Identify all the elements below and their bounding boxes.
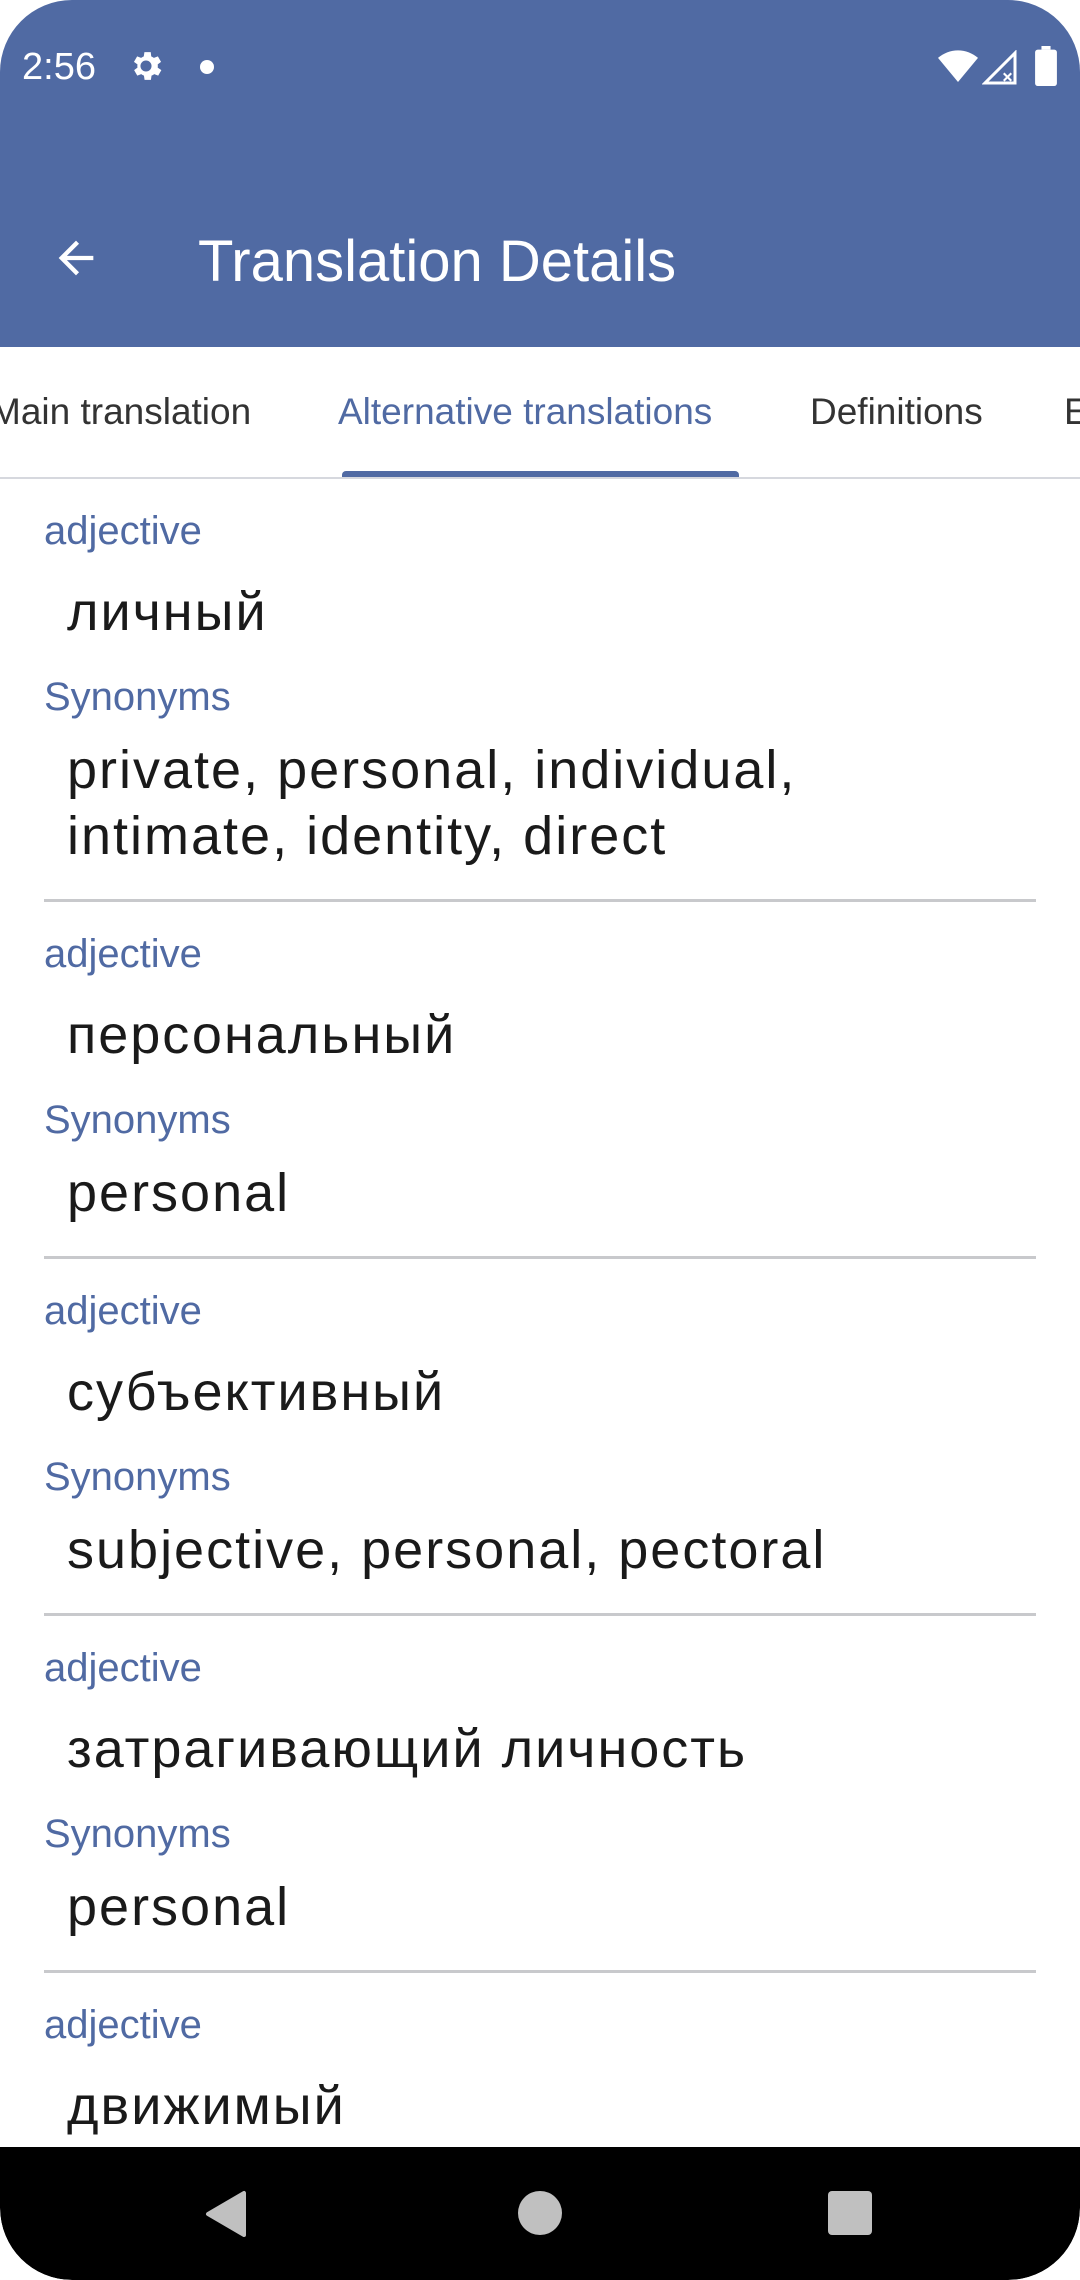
wifi-icon: [938, 50, 978, 82]
navigation-bar: [0, 2147, 1080, 2280]
divider: [44, 899, 1036, 902]
tab-more[interactable]: E: [1064, 391, 1080, 433]
synonyms-text: private, personal, individual, intimate,…: [67, 740, 797, 866]
synonyms-text: personal: [67, 1877, 291, 1937]
synonyms-text: subjective, personal, pectoral: [67, 1520, 827, 1580]
translation-word: движимый: [67, 2076, 346, 2136]
translation-word: личный: [67, 582, 268, 642]
back-button[interactable]: [44, 226, 108, 290]
cellular-signal-icon: [982, 50, 1017, 85]
divider: [44, 1613, 1036, 1616]
part-of-speech-label: adjective: [44, 932, 202, 976]
translation-word: затрагивающий личность: [67, 1719, 748, 1779]
tab-alternative-translations[interactable]: Alternative translations: [338, 391, 712, 433]
translation-word: субъективный: [67, 1362, 446, 1422]
tab-definitions[interactable]: Definitions: [810, 391, 983, 433]
page-title: Translation Details: [198, 229, 677, 294]
status-time: 2:56: [22, 46, 96, 88]
synonyms-label: Synonyms: [44, 1455, 231, 1499]
notification-dot-icon: [200, 60, 214, 74]
tab-main-translation[interactable]: Main translation: [0, 391, 251, 433]
translation-word: персональный: [67, 1005, 457, 1065]
part-of-speech-label: adjective: [44, 2003, 202, 2047]
nav-home-icon[interactable]: [518, 2191, 562, 2235]
screen: 2:56 Translation Details Main translatio…: [0, 0, 1080, 2280]
nav-recents-icon[interactable]: [828, 2191, 872, 2235]
synonyms-label: Synonyms: [44, 675, 231, 719]
synonyms-text: personal: [67, 1163, 291, 1223]
nav-back-icon[interactable]: [202, 2189, 248, 2239]
tab-indicator: [342, 471, 739, 477]
app-bar: 2:56 Translation Details: [0, 0, 1080, 347]
arrow-back-icon: [58, 240, 94, 276]
tab-bar: Main translation Alternative translation…: [0, 347, 1080, 479]
synonyms-label: Synonyms: [44, 1098, 231, 1142]
divider: [44, 1970, 1036, 1973]
part-of-speech-label: adjective: [44, 1289, 202, 1333]
battery-icon: [1035, 46, 1057, 86]
translation-list[interactable]: adjective личный Synonyms private, perso…: [0, 479, 1080, 2147]
part-of-speech-label: adjective: [44, 1646, 202, 1690]
settings-gear-icon: [133, 52, 162, 80]
divider: [44, 1256, 1036, 1259]
part-of-speech-label: adjective: [44, 509, 202, 553]
synonyms-label: Synonyms: [44, 1812, 231, 1856]
